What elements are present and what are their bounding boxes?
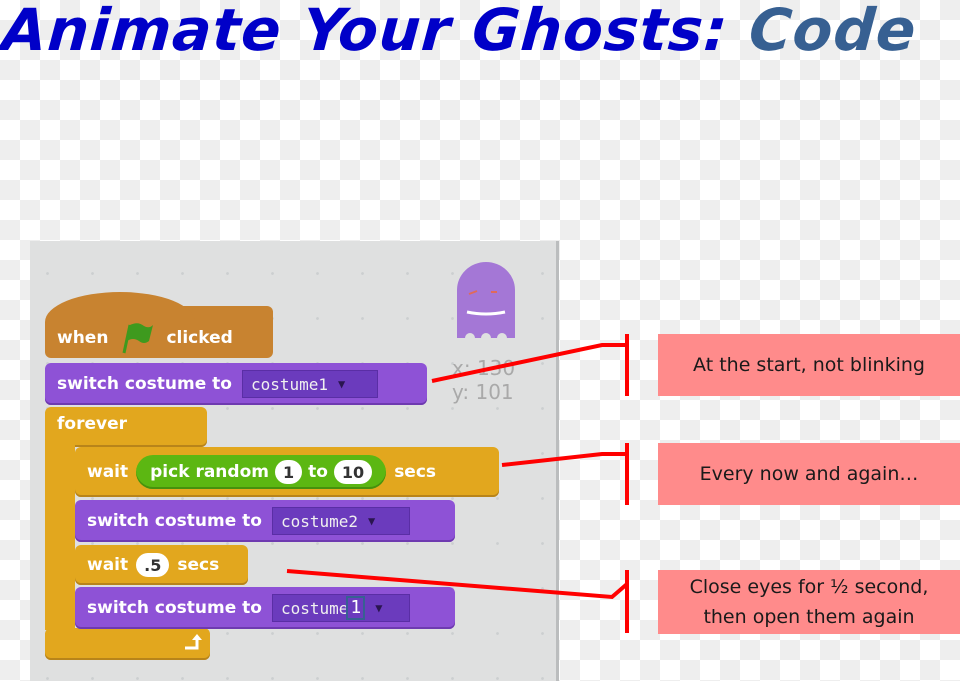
note-text-line-2: then open them again xyxy=(703,606,915,628)
note-random-wait: Every now and again… xyxy=(658,443,960,505)
note-text: At the start, not blinking xyxy=(693,354,925,376)
connector-2 xyxy=(501,452,627,467)
note-text: Every now and again… xyxy=(699,463,919,485)
connector-3 xyxy=(286,569,629,600)
connector-1 xyxy=(431,343,627,383)
note-close-eyes: Close eyes for ½ second, then open them … xyxy=(658,570,960,634)
note-text-line-1: Close eyes for ½ second, xyxy=(689,576,929,598)
note-start: At the start, not blinking xyxy=(658,334,960,396)
